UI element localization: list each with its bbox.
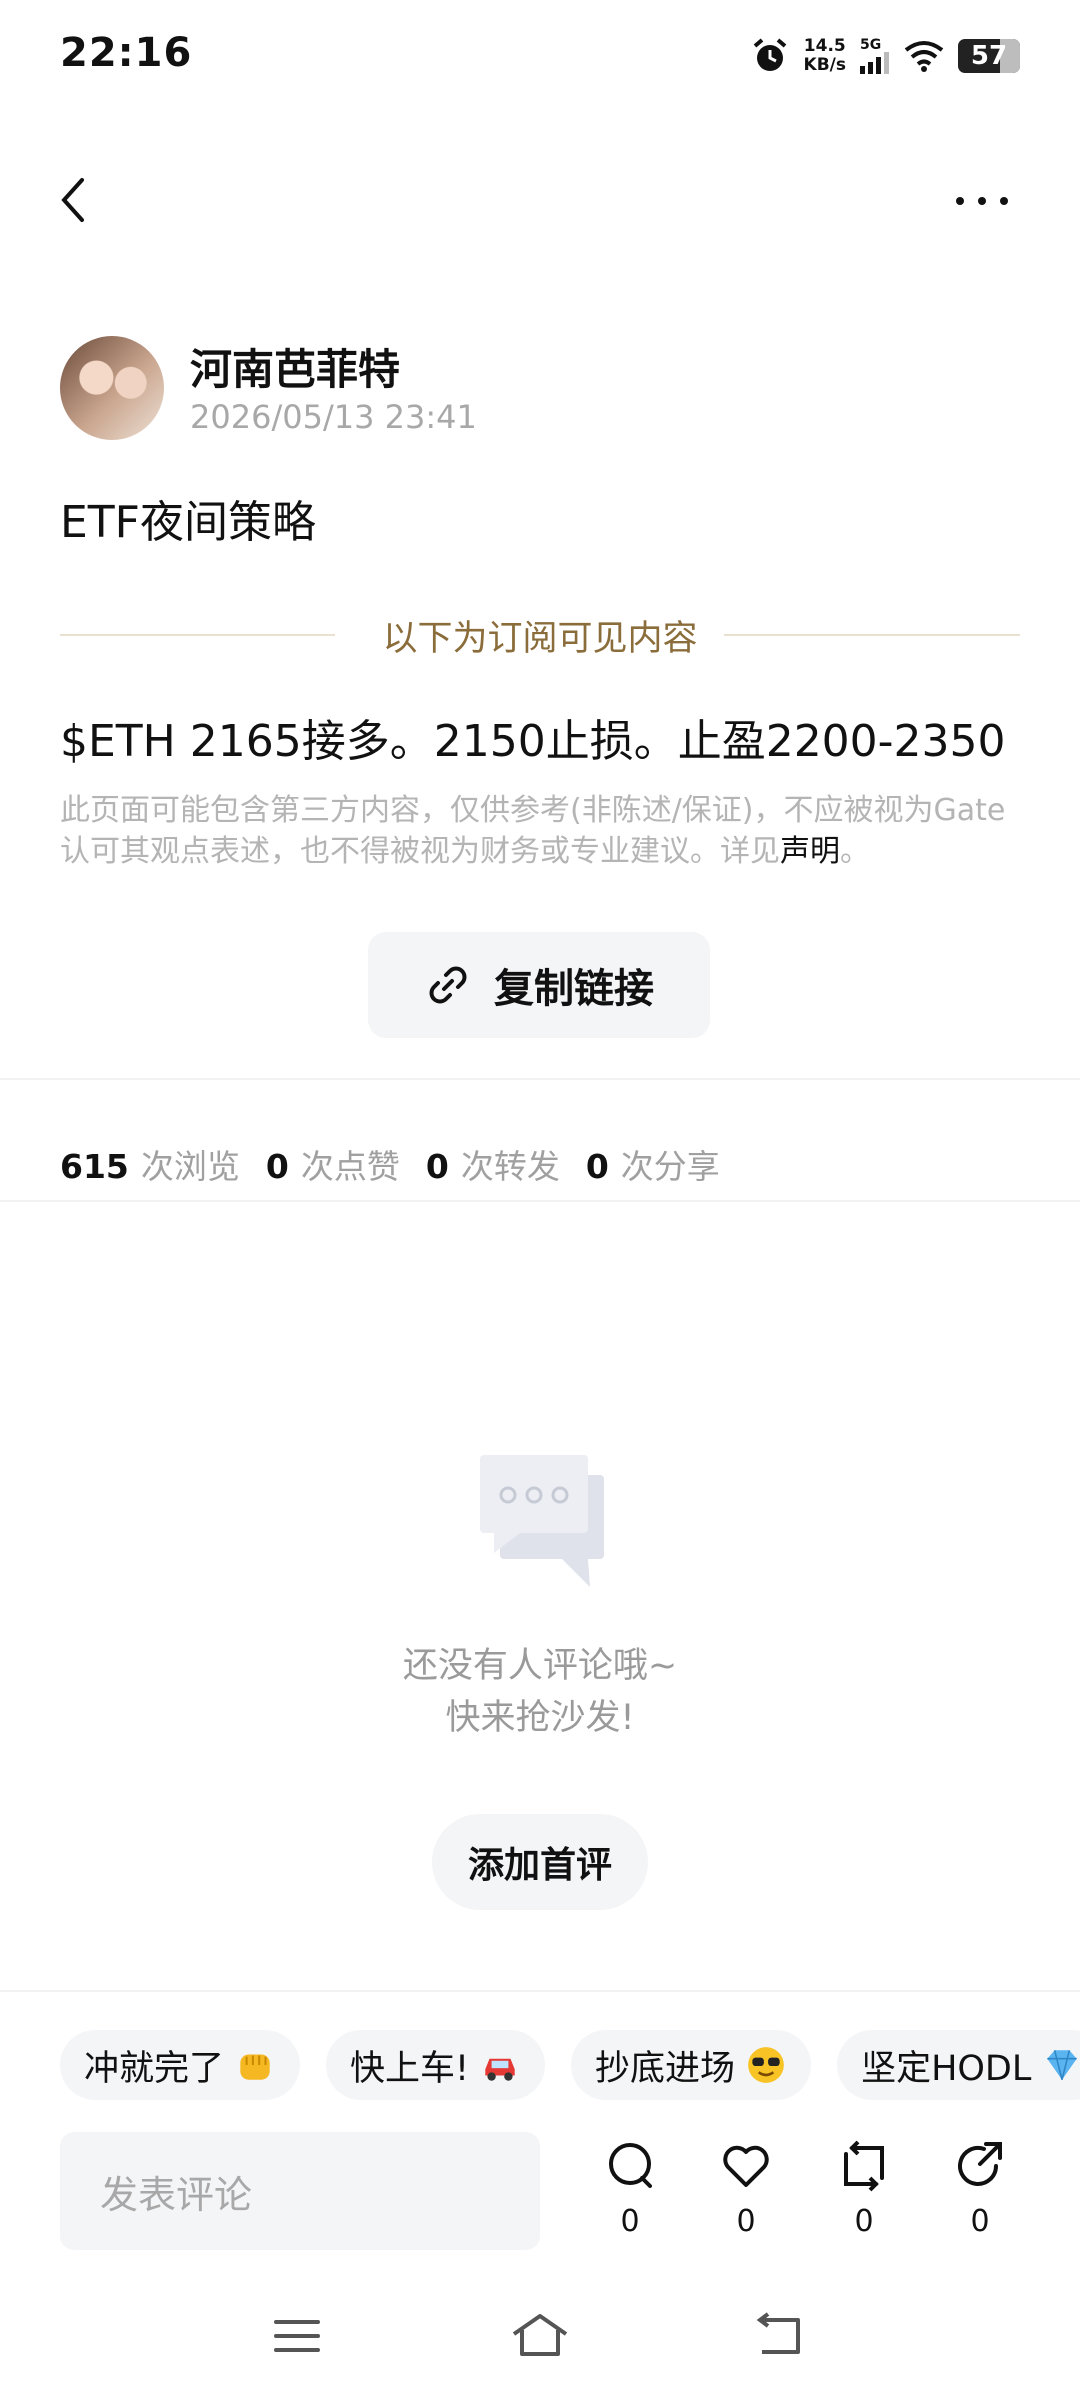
chip-label: 抄底进场: [595, 2048, 736, 2089]
fist-emoji-icon: [240, 2054, 270, 2080]
net-speed: 14.5 KB/s: [804, 37, 846, 75]
author-name[interactable]: 河南芭菲特: [190, 336, 400, 397]
battery-level: 57: [970, 41, 1008, 71]
car-emoji-icon: [485, 2058, 515, 2081]
empty-line-1: 还没有人评论哦~: [402, 1646, 678, 1686]
disclaimer-end: 。: [840, 834, 870, 869]
status-time: 22:16: [60, 30, 193, 76]
add-first-comment-button[interactable]: 添加首评: [432, 1814, 648, 1910]
gem-emoji-icon: [1047, 2050, 1078, 2080]
comment-count: 0: [620, 2204, 640, 2239]
heart-icon: [723, 2145, 769, 2187]
post-stats: 615 次浏览 0 次点赞 0 次转发 0 次分享: [60, 1140, 720, 1188]
subscriber-divider-label: 以下为订阅可见内容: [382, 619, 698, 659]
system-nav-bar: [0, 2300, 1080, 2380]
stat-shares: 0 次分享: [585, 1147, 720, 1186]
link-icon: [429, 966, 467, 1004]
share-action-button[interactable]: 0: [940, 2140, 1020, 2239]
copy-link-button[interactable]: 复制链接: [368, 932, 710, 1038]
comment-icon: [609, 2143, 652, 2188]
cell-signal: 5G: [860, 38, 890, 74]
section-divider: [0, 1200, 1080, 1202]
share-icon: [958, 2142, 1002, 2186]
net-speed-value: 14.5: [803, 36, 846, 56]
chip-label: 坚定HODL: [861, 2048, 1032, 2089]
status-icons: 14.5 KB/s 5G 57: [750, 34, 1020, 78]
like-count: 0: [736, 2204, 756, 2239]
stat-views: 615 次浏览: [60, 1147, 240, 1186]
post-body: $ETH 2165接多。2150止损。止盈2200-2350: [60, 716, 1006, 767]
alarm-icon: [753, 38, 786, 71]
more-dots-icon: [956, 197, 1008, 205]
battery-indicator: 57: [958, 39, 1020, 73]
sunglasses-emoji-icon: [748, 2047, 784, 2083]
comment-input[interactable]: 发表评论: [60, 2132, 540, 2250]
disclaimer: 此页面可能包含第三方内容，仅供参考(非陈述/保证)，不应被视为Gate认可其观点…: [60, 790, 1020, 872]
like-action-button[interactable]: 0: [706, 2140, 786, 2239]
chip-label: 快上车!: [350, 2048, 470, 2089]
back-nav-icon[interactable]: [752, 2312, 806, 2360]
quick-reply-chip[interactable]: 快上车!: [326, 2030, 546, 2100]
comment-action-button[interactable]: 0: [590, 2140, 670, 2239]
section-divider: [0, 1078, 1080, 1080]
quick-reply-chips: 冲就完了 快上车! 抄底进场 坚定HODL: [60, 2030, 1080, 2100]
stat-likes: 0 次点赞: [265, 1147, 400, 1186]
copy-link-label: 复制链接: [494, 966, 654, 1012]
empty-line-2: 快来抢沙发!: [445, 1698, 635, 1738]
wifi-icon: [904, 41, 944, 72]
section-divider: [0, 1990, 1080, 1992]
disclaimer-link[interactable]: 声明: [780, 834, 840, 869]
chevron-left-icon: [61, 178, 84, 222]
repost-count: 0: [854, 2204, 874, 2239]
author-avatar[interactable]: [60, 336, 164, 440]
more-options-button[interactable]: [952, 180, 1022, 230]
quick-reply-chip[interactable]: 坚定HODL: [837, 2030, 1080, 2100]
net-speed-unit: KB/s: [803, 55, 846, 75]
empty-comments-icon: [480, 1455, 604, 1587]
empty-comments-text: 还没有人评论哦~ 快来抢沙发!: [0, 1640, 1080, 1744]
share-count: 0: [970, 2204, 990, 2239]
repost-icon: [844, 2140, 884, 2192]
stat-reposts: 0 次转发: [425, 1147, 560, 1186]
chip-label: 冲就完了: [84, 2048, 225, 2089]
network-type: 5G: [860, 37, 882, 53]
back-button[interactable]: [52, 170, 112, 240]
signal-icon: [860, 52, 889, 74]
quick-reply-chip[interactable]: 冲就完了: [60, 2030, 301, 2100]
repost-action-button[interactable]: 0: [824, 2140, 904, 2239]
quick-reply-chip[interactable]: 抄底进场: [571, 2030, 812, 2100]
menu-icon[interactable]: [272, 2314, 322, 2358]
post-title: ETF夜间策略: [60, 497, 316, 548]
post-timestamp: 2026/05/13 23:41: [190, 398, 477, 436]
home-icon[interactable]: [510, 2310, 570, 2360]
